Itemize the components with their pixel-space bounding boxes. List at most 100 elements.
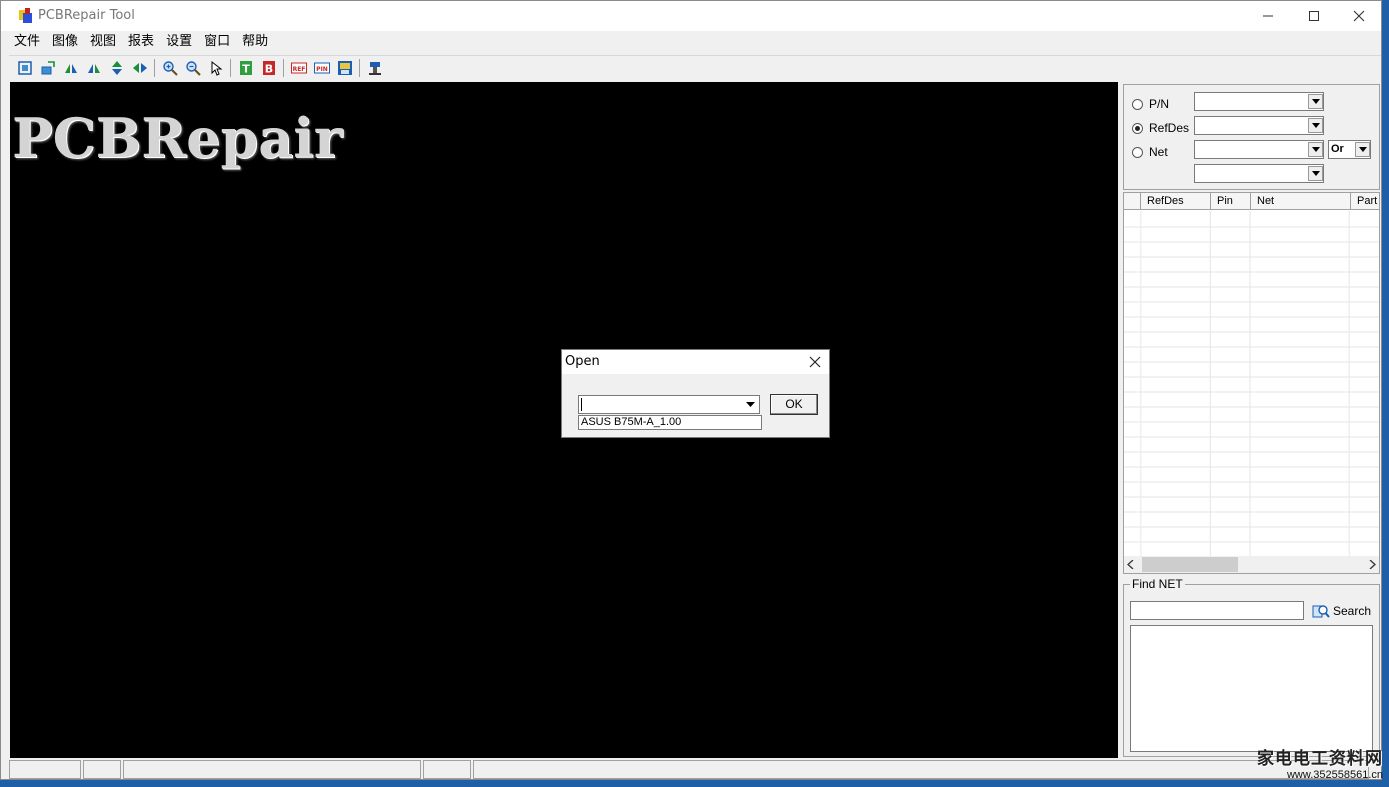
- flip-vertical-button[interactable]: [105, 57, 128, 79]
- status-bar: [9, 760, 1381, 779]
- net2-combo-dropdown[interactable]: [1308, 166, 1323, 181]
- pn-combo-dropdown[interactable]: [1308, 94, 1323, 109]
- minimize-button[interactable]: [1245, 1, 1291, 31]
- pin-label: PIN: [316, 66, 328, 73]
- fit-view-button[interactable]: [13, 57, 36, 79]
- menu-window[interactable]: 窗口: [198, 32, 236, 52]
- radio-pn-button[interactable]: [1132, 98, 1143, 110]
- find-net-input[interactable]: [1130, 601, 1304, 620]
- top-layer-label: T: [242, 63, 250, 76]
- zoom-out-icon: [185, 61, 201, 76]
- menu-settings[interactable]: 设置: [160, 32, 198, 52]
- flip-vertical-icon: [111, 61, 122, 75]
- search-label: Search: [1333, 604, 1372, 618]
- radio-net[interactable]: Net: [1132, 145, 1168, 159]
- grid-body: [1124, 211, 1379, 557]
- menu-bar: 文件 图像 视图 报表 设置 窗口 帮助: [1, 31, 1381, 53]
- title-bar: PCBRepair Tool: [1, 1, 1381, 31]
- rotate-button[interactable]: [36, 57, 59, 79]
- mirror-top-icon: [64, 64, 77, 73]
- save-image-button[interactable]: [333, 57, 356, 79]
- bottom-layer-button[interactable]: B: [257, 57, 280, 79]
- status-pane-5: [473, 760, 1369, 779]
- scrollbar-thumb[interactable]: [1142, 557, 1238, 572]
- watermark: 家电电工资料网 www.352558561.cn: [1257, 744, 1383, 781]
- combo-dropdown-button[interactable]: [743, 397, 758, 412]
- search-icon: [1312, 605, 1330, 618]
- ref-button[interactable]: REF: [287, 57, 310, 79]
- board-list-item[interactable]: ASUS B75M-A_1.00: [578, 415, 762, 430]
- toolbar-separator: [154, 59, 155, 77]
- fit-view-icon: [17, 61, 32, 75]
- ok-button[interactable]: OK: [770, 394, 818, 415]
- scroll-right-icon[interactable]: [1368, 560, 1376, 569]
- open-dialog: Open ASUS B75M-A_1.00 OK: [561, 349, 830, 438]
- close-icon: [1353, 10, 1365, 22]
- app-icon: [19, 8, 32, 23]
- menu-report[interactable]: 报表: [122, 32, 160, 52]
- toolbar-separator: [359, 59, 360, 77]
- zoom-out-button[interactable]: [181, 57, 204, 79]
- top-layer-button[interactable]: T: [234, 57, 257, 79]
- tool-icon: [368, 62, 381, 75]
- horizontal-scrollbar[interactable]: [1124, 556, 1379, 573]
- chevron-down-icon: [746, 401, 755, 407]
- menu-help[interactable]: 帮助: [236, 32, 274, 52]
- zoom-in-button[interactable]: [158, 57, 181, 79]
- find-net-results[interactable]: [1130, 625, 1373, 752]
- refdes-combo[interactable]: [1194, 116, 1324, 135]
- chevron-down-icon: [1311, 99, 1320, 104]
- pn-combo[interactable]: [1194, 92, 1324, 111]
- operator-combo[interactable]: Or: [1328, 140, 1371, 159]
- dialog-title-bar: Open: [562, 350, 829, 374]
- text-caret: [581, 398, 582, 411]
- radio-refdes-button[interactable]: [1132, 122, 1143, 134]
- tool-button[interactable]: [363, 57, 386, 79]
- column-part[interactable]: Part: [1351, 193, 1379, 210]
- scroll-left-icon[interactable]: [1127, 560, 1135, 569]
- chevron-down-icon: [1311, 171, 1320, 176]
- radio-pn[interactable]: P/N: [1132, 97, 1169, 111]
- main-window: PCBRepair Tool 文件 图像 视图 报表 设置 窗口 帮助 T B …: [0, 0, 1382, 780]
- maximize-button[interactable]: [1291, 1, 1337, 31]
- save-image-icon: [337, 61, 352, 75]
- watermark-url: www.352558561.cn: [1286, 769, 1383, 781]
- refdes-combo-dropdown[interactable]: [1308, 118, 1323, 133]
- radio-net-button[interactable]: [1132, 146, 1143, 158]
- radio-refdes[interactable]: RefDes: [1132, 121, 1189, 135]
- net-combo-dropdown[interactable]: [1308, 142, 1323, 157]
- flip-horizontal-button[interactable]: [128, 57, 151, 79]
- mirror-bottom-icon: [87, 64, 100, 73]
- column-refdes[interactable]: RefDes: [1141, 193, 1211, 210]
- results-grid[interactable]: RefDes Pin Net Part: [1123, 192, 1380, 574]
- close-button[interactable]: [1336, 1, 1382, 31]
- mirror-bottom-button[interactable]: [82, 57, 105, 79]
- menu-file[interactable]: 文件: [8, 32, 46, 52]
- net-combo[interactable]: [1194, 140, 1324, 159]
- search-button[interactable]: Search: [1312, 601, 1372, 621]
- find-net-label: Find NET: [1130, 577, 1185, 591]
- board-file-combo[interactable]: [578, 395, 760, 414]
- find-net-group: Find NET Search: [1123, 577, 1380, 757]
- top-layer-icon: T: [239, 61, 252, 76]
- operator-value: Or: [1331, 143, 1344, 155]
- ref-label: REF: [292, 66, 305, 73]
- toolbar-separator: [230, 59, 231, 77]
- menu-image[interactable]: 图像: [46, 32, 84, 52]
- operator-combo-dropdown[interactable]: [1355, 142, 1370, 157]
- menu-view[interactable]: 视图: [84, 32, 122, 52]
- dialog-close-icon[interactable]: [807, 354, 823, 370]
- toolbar: T B REF PIN: [9, 55, 1381, 80]
- radio-refdes-label: RefDes: [1149, 121, 1190, 135]
- bottom-layer-icon: B: [262, 61, 275, 76]
- status-pane-3: [123, 760, 421, 779]
- column-pin[interactable]: Pin: [1211, 193, 1251, 210]
- pointer-button[interactable]: [204, 57, 227, 79]
- column-net[interactable]: Net: [1251, 193, 1351, 210]
- chevron-down-icon: [1311, 147, 1320, 152]
- pin-button[interactable]: PIN: [310, 57, 333, 79]
- net2-combo[interactable]: [1194, 164, 1324, 183]
- maximize-icon: [1309, 11, 1319, 21]
- mirror-top-button[interactable]: [59, 57, 82, 79]
- rotate-icon: [41, 61, 55, 75]
